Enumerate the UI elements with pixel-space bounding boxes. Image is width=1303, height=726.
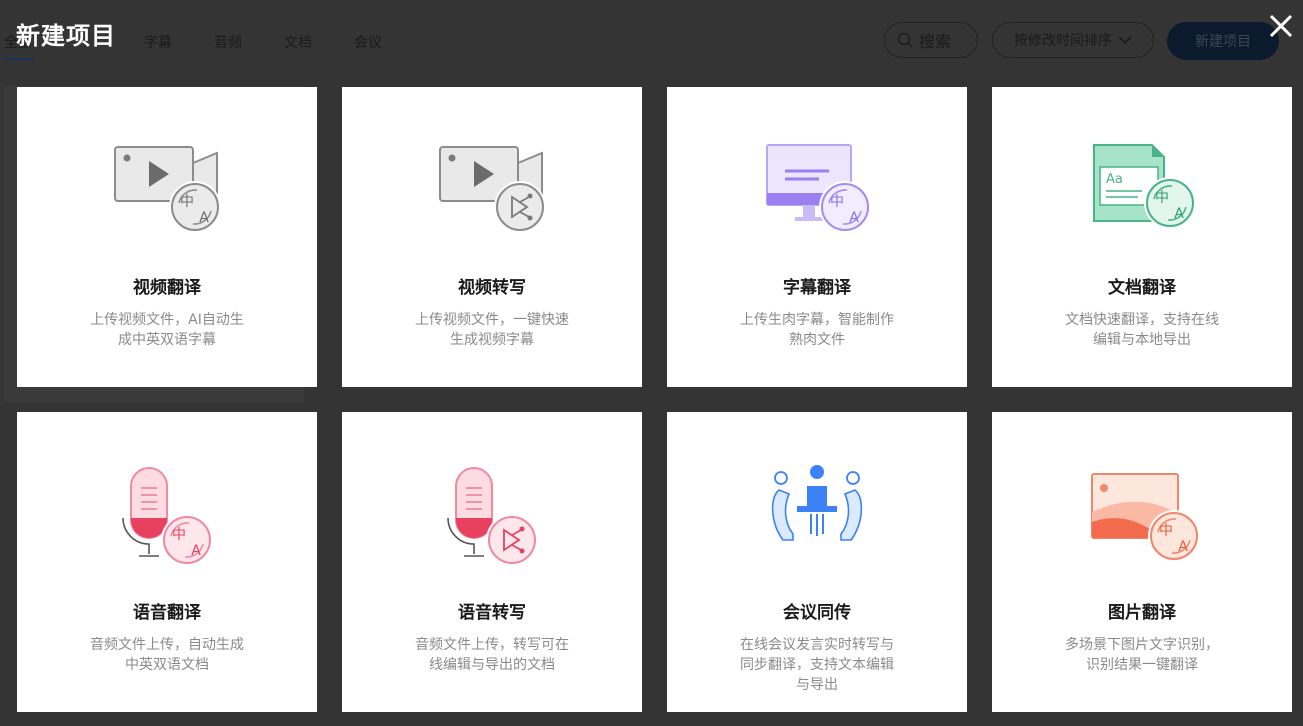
chevron-down-icon — [1118, 36, 1132, 45]
card-icon-wrap: Aa 中 A — [992, 139, 1292, 239]
video-translate-icon: 中 A — [114, 146, 221, 233]
card-icon-wrap: 中 A — [992, 464, 1292, 564]
sort-dropdown[interactable]: 按修改时间排序 — [992, 22, 1154, 58]
svg-text:中: 中 — [1155, 190, 1169, 206]
card-description: 音频文件上传，自动生成中英双语文档 — [90, 637, 244, 673]
search-input[interactable]: 搜索 — [884, 22, 978, 58]
card-title: 视频翻译 — [133, 278, 201, 298]
close-icon — [1269, 14, 1293, 38]
card-video-transcribe[interactable]: 视频转写 上传视频文件，一键快速生成视频字幕 — [342, 87, 642, 387]
new-project-label: 新建项目 — [1195, 34, 1251, 50]
card-video-translate[interactable]: 中 A 视频翻译 上传视频文件，AI自动生成中英双语字幕 — [17, 87, 317, 387]
modal-title: 新建项目 — [16, 22, 116, 50]
tab-document[interactable]: 文档 — [284, 32, 312, 52]
svg-text:A: A — [199, 210, 209, 226]
card-document-translate[interactable]: Aa 中 A 文档翻译 文档快速翻译，支持在线编辑与本地导出 — [992, 87, 1292, 387]
svg-text:Aa: Aa — [1106, 172, 1123, 187]
card-description: 音频文件上传，转写可在线编辑与导出的文档 — [415, 637, 569, 673]
card-title: 图片翻译 — [1108, 603, 1176, 623]
video-transcribe-icon — [439, 146, 546, 233]
tab-audio[interactable]: 音频 — [214, 32, 242, 52]
document-translate-icon: Aa 中 A — [1093, 144, 1196, 229]
tab-meeting[interactable]: 会议 — [354, 32, 382, 52]
svg-text:A: A — [1178, 539, 1188, 555]
close-button[interactable] — [1266, 11, 1296, 41]
image-translate-icon: 中 A — [1091, 473, 1200, 562]
card-description: 上传生肉字幕，智能制作熟肉文件 — [740, 312, 894, 348]
card-title: 视频转写 — [458, 278, 526, 298]
card-audio-transcribe[interactable]: 语音转写 音频文件上传，转写可在线编辑与导出的文档 — [342, 412, 642, 712]
card-subtitle-translate[interactable]: 中 A 字幕翻译 上传生肉字幕，智能制作熟肉文件 — [667, 87, 967, 387]
card-description: 上传视频文件，一键快速生成视频字幕 — [415, 312, 569, 348]
card-description: 多场景下图片文字识别，识别结果一键翻译 — [1065, 637, 1219, 673]
tab-subtitle[interactable]: 字幕 — [144, 32, 172, 52]
new-project-button[interactable]: 新建项目 — [1167, 22, 1279, 60]
audio-transcribe-icon — [447, 467, 538, 564]
card-description: 在线会议发言实时转写与同步翻译，支持文本编辑与导出 — [740, 637, 894, 693]
card-description: 上传视频文件，AI自动生成中英双语字幕 — [90, 312, 244, 348]
active-tab-underline — [4, 58, 34, 60]
card-icon-wrap — [342, 464, 642, 564]
card-icon-wrap — [342, 139, 642, 239]
card-icon-wrap — [667, 464, 967, 564]
search-label: 搜索 — [919, 32, 952, 51]
svg-text:A: A — [191, 543, 201, 559]
svg-text:中: 中 — [1159, 523, 1173, 539]
card-title: 文档翻译 — [1108, 278, 1176, 298]
svg-text:中: 中 — [830, 194, 844, 210]
card-image-translate[interactable]: 中 A 图片翻译 多场景下图片文字识别，识别结果一键翻译 — [992, 412, 1292, 712]
svg-text:A: A — [1174, 206, 1184, 222]
card-title: 字幕翻译 — [783, 278, 851, 298]
card-icon-wrap: 中 A — [667, 139, 967, 239]
subtitle-translate-icon: 中 A — [766, 144, 871, 233]
card-icon-wrap: 中 A — [17, 464, 317, 564]
card-meeting-interpret[interactable]: 会议同传 在线会议发言实时转写与同步翻译，支持文本编辑与导出 — [667, 412, 967, 712]
card-title: 语音翻译 — [133, 603, 201, 623]
sort-label: 按修改时间排序 — [1014, 33, 1112, 49]
card-description: 文档快速翻译，支持在线编辑与本地导出 — [1065, 312, 1219, 348]
svg-text:中: 中 — [180, 194, 194, 210]
card-title: 会议同传 — [783, 603, 851, 623]
card-title: 语音转写 — [458, 603, 526, 623]
card-audio-translate[interactable]: 中 A 语音翻译 音频文件上传，自动生成中英双语文档 — [17, 412, 317, 712]
svg-text:A: A — [849, 210, 859, 226]
meeting-interpret-icon — [771, 465, 863, 541]
svg-text:中: 中 — [172, 527, 186, 543]
search-icon — [897, 32, 913, 48]
card-icon-wrap: 中 A — [17, 139, 317, 239]
audio-translate-icon: 中 A — [122, 467, 213, 564]
